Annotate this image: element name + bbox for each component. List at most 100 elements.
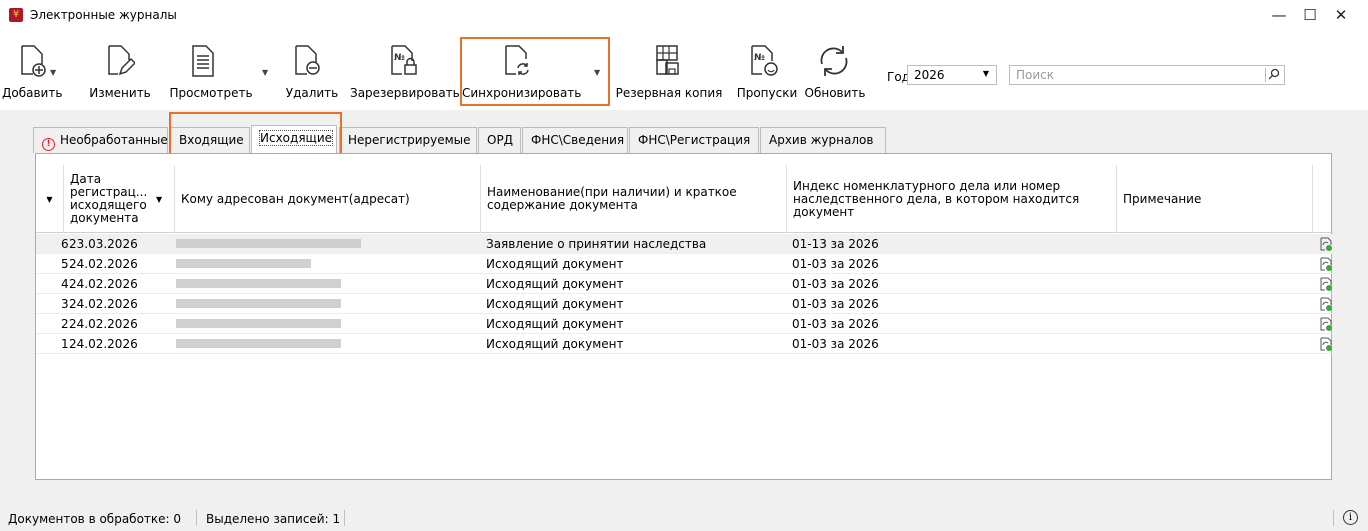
column-header-index[interactable]: Индекс номенклатурного дела или номер на… (787, 165, 1117, 233)
skips-label: Пропуски (736, 86, 798, 100)
edit-label: Изменить (89, 86, 151, 100)
tab-incoming[interactable]: Входящие (170, 127, 250, 153)
table-row[interactable]: 4 24.02.2026 Исходящий документ 01-03 за… (36, 274, 1333, 294)
cell-name: Исходящий документ (486, 337, 624, 351)
column-title: Наименование(при наличии) и краткое соде… (487, 185, 737, 212)
tab-outgoing[interactable]: Исходящие (251, 125, 337, 153)
add-document-icon (21, 45, 46, 77)
add-dropdown-icon[interactable]: ▼ (50, 68, 56, 77)
backup-button[interactable]: Резервная копия (614, 38, 724, 106)
cell-note (1117, 334, 1313, 354)
reserve-number-icon: № (391, 45, 417, 75)
tab-label: Нерегистрируемые (348, 133, 471, 147)
status-divider (196, 510, 197, 526)
sync-label: Синхронизировать (462, 86, 582, 100)
table-row[interactable]: 2 24.02.2026 Исходящий документ 01-03 за… (36, 314, 1333, 334)
delete-document-icon (295, 45, 320, 75)
tab-label: Входящие (179, 133, 244, 147)
cell-index: 01-03 за 2026 (792, 257, 879, 271)
skips-button[interactable]: № Пропуски (736, 38, 798, 106)
sync-status-icon[interactable] (1319, 336, 1333, 352)
search-placeholder: Поиск (1016, 68, 1055, 82)
cell-date: 24.02.2026 (69, 297, 138, 311)
grid-header: ▼ Дата регистрац... исходящего документа… (36, 165, 1333, 233)
column-header-date[interactable]: Дата регистрац... исходящего документа ▼ (64, 165, 175, 233)
cell-date: 24.02.2026 (69, 337, 138, 351)
refresh-button[interactable]: Обновить (800, 38, 870, 106)
refresh-icon (820, 46, 848, 76)
tab-fns-registration[interactable]: ФНС\Регистрация (629, 127, 759, 153)
sync-status-icon[interactable] (1319, 296, 1333, 312)
tab-label: ФНС\Регистрация (638, 133, 751, 147)
cell-note (1117, 234, 1313, 254)
sort-chevron-icon: ▼ (156, 194, 163, 204)
cell-index: 01-03 за 2026 (792, 317, 879, 331)
column-title: Примечание (1123, 191, 1202, 206)
delete-button[interactable]: Удалить (282, 38, 342, 106)
sync-button[interactable]: ▼ Синхронизировать (462, 38, 600, 106)
redacted-recipient (176, 319, 341, 328)
edit-button[interactable]: Изменить (88, 38, 152, 106)
cell-date: 24.02.2026 (69, 317, 138, 331)
column-chooser-icon[interactable]: ▼ (36, 165, 64, 233)
cell-name: Заявление о принятии наследства (486, 237, 707, 251)
tab-ord[interactable]: ОРД (478, 127, 521, 153)
reserve-label: Зарезервировать (350, 86, 460, 100)
sync-status-icon[interactable] (1319, 256, 1333, 272)
view-dropdown-icon[interactable]: ▼ (262, 68, 268, 77)
chevron-down-icon: ▼ (982, 69, 989, 78)
status-divider (344, 510, 345, 526)
documents-grid: ▼ Дата регистрац... исходящего документа… (35, 153, 1333, 480)
cell-name: Исходящий документ (486, 277, 624, 291)
column-title: Индекс номенклатурного дела или номер на… (793, 178, 1080, 219)
redacted-recipient (176, 339, 341, 348)
table-row[interactable]: 3 24.02.2026 Исходящий документ 01-03 за… (36, 294, 1333, 314)
search-input[interactable]: Поиск (1009, 65, 1285, 85)
table-row[interactable]: 5 24.02.2026 Исходящий документ 01-03 за… (36, 254, 1333, 274)
cell-note (1117, 294, 1313, 314)
app-logo-icon: ¥ (9, 8, 23, 22)
table-row[interactable]: 6 23.03.2026 Заявление о принятии наслед… (36, 234, 1333, 254)
cell-date: 24.02.2026 (69, 277, 138, 291)
tab-unregistered[interactable]: Нерегистрируемые (339, 127, 477, 153)
column-header-note[interactable]: Примечание (1117, 165, 1313, 233)
column-header-recipient[interactable]: Кому адресован документ(адресат) (175, 165, 481, 233)
cell-note (1117, 254, 1313, 274)
svg-text:№: № (754, 53, 765, 63)
column-title: Дата регистрац... исходящего документа (70, 172, 148, 225)
table-row[interactable]: 1 24.02.2026 Исходящий документ 01-03 за… (36, 334, 1333, 354)
cell-note (1117, 274, 1313, 294)
reserve-button[interactable]: № Зарезервировать (350, 38, 460, 106)
add-button[interactable]: ▼ Добавить (2, 38, 62, 106)
redacted-recipient (176, 279, 341, 288)
svg-text:№: № (394, 53, 405, 63)
search-icon[interactable] (1267, 67, 1281, 81)
tab-archive[interactable]: Архив журналов (760, 127, 886, 153)
title-bar: ¥ Электронные журналы — ☐ ✕ (0, 0, 1368, 30)
status-selected: Выделено записей: 1 (206, 512, 341, 526)
cell-note (1117, 314, 1313, 334)
edit-document-icon (108, 45, 135, 76)
backup-label: Резервная копия (615, 86, 723, 100)
tab-label: Исходящие (258, 130, 334, 146)
tab-unprocessed[interactable]: ! Необработанные (33, 127, 168, 153)
sync-dropdown-icon[interactable]: ▼ (594, 68, 600, 77)
year-value: 2026 (914, 68, 945, 82)
view-button[interactable]: ▼ Просмотреть (166, 38, 268, 106)
tab-label: Архив журналов (769, 133, 874, 147)
tab-fns-info[interactable]: ФНС\Сведения (522, 127, 628, 153)
backup-archive-icon (656, 45, 679, 75)
column-header-name[interactable]: Наименование(при наличии) и краткое соде… (481, 165, 787, 233)
sync-status-icon[interactable] (1319, 236, 1333, 252)
cell-name: Исходящий документ (486, 317, 624, 331)
tab-label: ОРД (487, 133, 514, 147)
add-label: Добавить (2, 86, 63, 100)
close-button[interactable]: ✕ (1318, 0, 1364, 30)
sync-status-icon[interactable] (1319, 316, 1333, 332)
tab-label: ФНС\Сведения (531, 133, 625, 147)
info-icon[interactable]: i (1343, 510, 1358, 525)
search-divider (1265, 68, 1266, 82)
sync-status-icon[interactable] (1319, 276, 1333, 292)
year-select[interactable]: 2026 ▼ (907, 65, 997, 85)
cell-index: 01-03 за 2026 (792, 337, 879, 351)
